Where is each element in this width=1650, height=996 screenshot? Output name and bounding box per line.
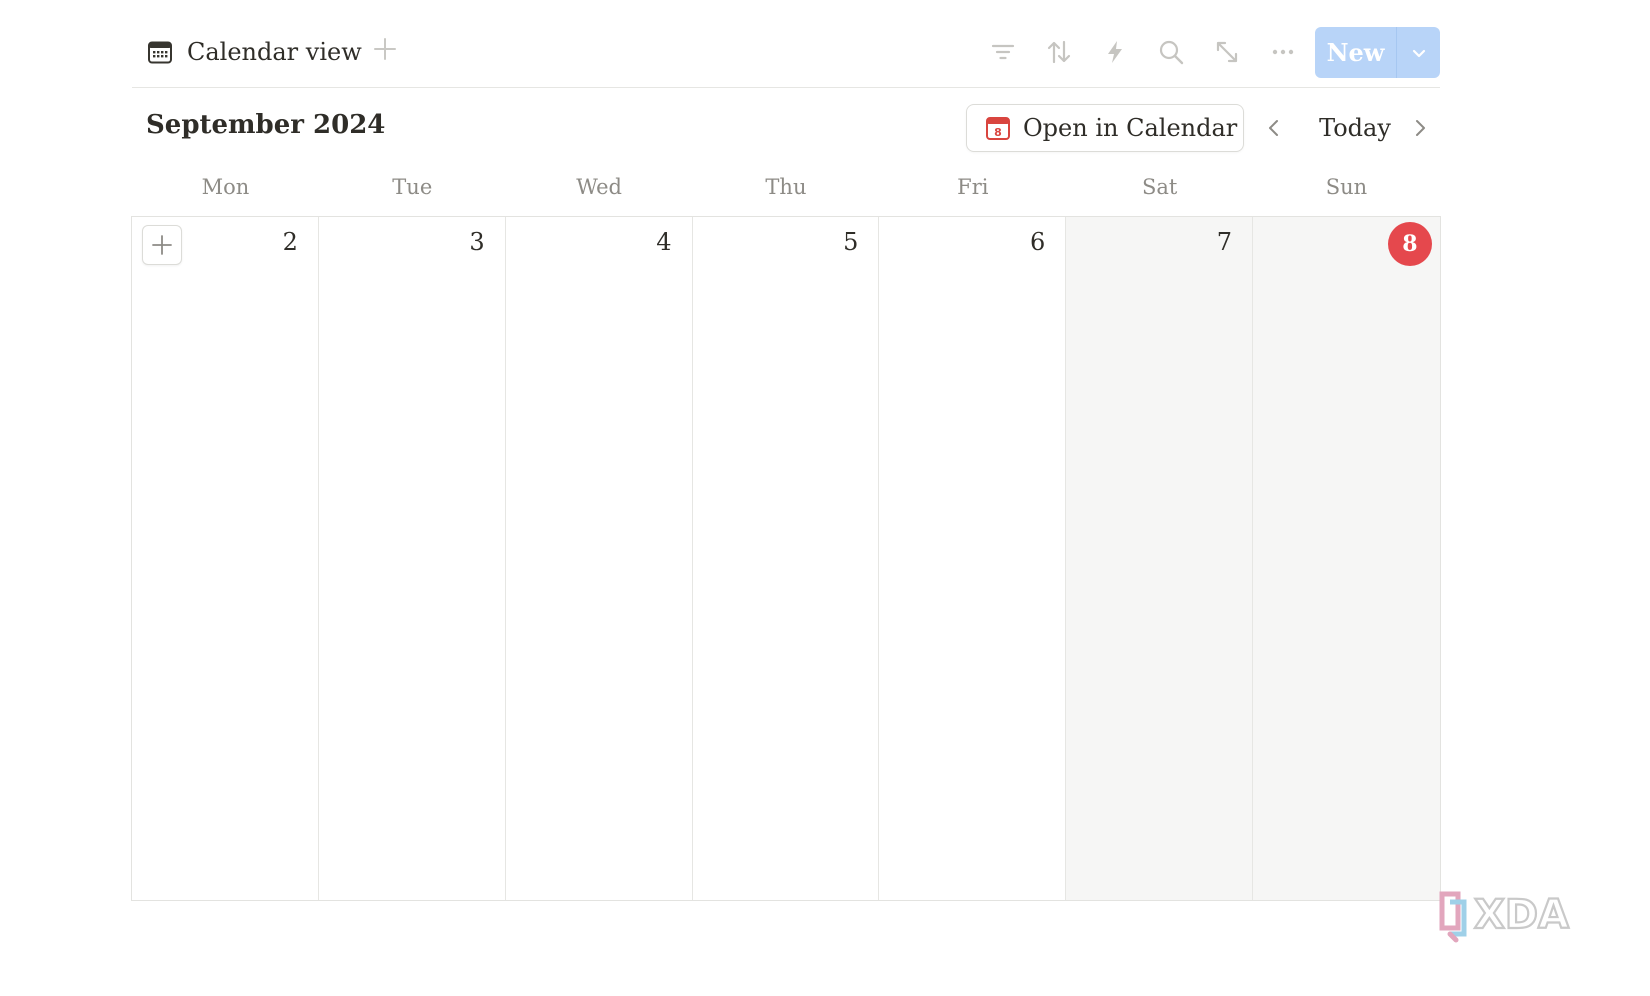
chevron-down-icon xyxy=(1412,49,1425,57)
weekday-header-row: Mon Tue Wed Thu Fri Sat Sun xyxy=(132,170,1440,204)
add-event-button[interactable] xyxy=(142,225,182,265)
day-cell-weekend[interactable]: 7 xyxy=(1066,217,1254,900)
view-label: Calendar view xyxy=(187,38,362,66)
open-in-calendar-label: Open in Calendar xyxy=(1023,114,1238,142)
filter-button[interactable] xyxy=(984,34,1022,70)
calendar-icon xyxy=(148,41,172,64)
new-dropdown-button[interactable] xyxy=(1397,27,1440,78)
sort-button[interactable] xyxy=(1040,34,1078,70)
today-day-badge: 8 xyxy=(1387,222,1432,266)
xda-watermark-logo: XDA xyxy=(1439,891,1570,943)
weekday-label: Mon xyxy=(201,175,250,199)
more-options-icon xyxy=(1272,49,1294,55)
day-cell[interactable]: 4 xyxy=(506,217,693,900)
day-number: 6 xyxy=(1029,228,1046,256)
xda-logo-text: XDA xyxy=(1474,892,1569,938)
expand-button[interactable] xyxy=(1208,34,1246,70)
plus-icon xyxy=(374,38,396,60)
view-tab-calendar[interactable]: Calendar view xyxy=(147,36,362,68)
day-cell[interactable]: 2 xyxy=(132,217,319,900)
toolbar-actions xyxy=(984,34,1302,70)
day-number: 2 xyxy=(282,228,298,256)
weekday-label: Thu xyxy=(765,175,807,199)
day-number: 5 xyxy=(843,228,859,256)
new-button[interactable]: New xyxy=(1315,27,1396,78)
chevron-left-icon xyxy=(1269,120,1278,136)
expand-icon xyxy=(1216,41,1238,63)
open-in-calendar-button[interactable]: 8 Open in Calendar xyxy=(966,104,1244,152)
calendar-header: September 2024 8 Open in Calendar Today xyxy=(132,104,1440,154)
day-number: 7 xyxy=(1216,228,1233,256)
day-cell[interactable]: 6 xyxy=(879,217,1067,900)
chevron-right-icon xyxy=(1416,120,1425,136)
search-button[interactable] xyxy=(1152,34,1190,70)
sort-icon xyxy=(1047,40,1071,64)
new-button-group: New xyxy=(1315,27,1440,78)
day-number: 3 xyxy=(469,228,485,256)
calendar-app-icon-day: 8 xyxy=(994,126,1002,139)
weekday-label: Fri xyxy=(957,175,989,199)
weekday-label: Tue xyxy=(392,175,433,199)
day-cell[interactable]: 5 xyxy=(693,217,880,900)
filter-icon xyxy=(991,44,1015,60)
next-month-button[interactable] xyxy=(1402,110,1438,146)
weekday-label: Sun xyxy=(1325,175,1368,199)
automation-bolt-icon xyxy=(1108,41,1122,63)
weekday-label: Wed xyxy=(576,175,622,199)
database-toolbar: Calendar view New xyxy=(132,26,1440,88)
day-number: 4 xyxy=(656,228,672,256)
plus-icon xyxy=(152,235,172,255)
xda-logo-mark xyxy=(1439,891,1467,943)
search-icon xyxy=(1159,40,1184,65)
calendar-week-grid: 2 3 4 5 6 7 8 xyxy=(131,216,1441,901)
calendar-app-icon: 8 xyxy=(986,117,1010,140)
today-button[interactable]: Today xyxy=(1300,108,1410,148)
weekday-label: Sat xyxy=(1141,175,1178,199)
day-cell-weekend-today[interactable]: 8 xyxy=(1253,217,1440,900)
add-view-button[interactable] xyxy=(368,32,402,66)
month-title: September 2024 xyxy=(146,110,386,140)
more-options-button[interactable] xyxy=(1264,34,1302,70)
day-cell[interactable]: 3 xyxy=(319,217,506,900)
previous-month-button[interactable] xyxy=(1256,110,1292,146)
automation-button[interactable] xyxy=(1096,34,1134,70)
